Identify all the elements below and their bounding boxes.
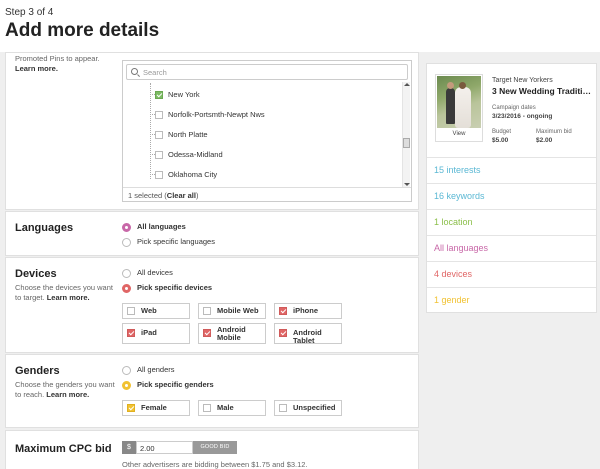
radio-all-languages[interactable]: All languages bbox=[122, 222, 186, 232]
location-item-oklahoma[interactable]: Oklahoma City bbox=[155, 170, 217, 180]
checkbox-icon[interactable] bbox=[127, 307, 135, 315]
checkbox-icon[interactable] bbox=[155, 131, 163, 140]
clear-all-link[interactable]: Clear all bbox=[167, 191, 196, 200]
scroll-down-icon[interactable] bbox=[404, 183, 410, 186]
location-item-new-york[interactable]: New York bbox=[155, 90, 200, 100]
gender-unspecified[interactable]: Unspecified bbox=[274, 400, 342, 416]
scroll-thumb[interactable] bbox=[403, 138, 410, 148]
genders-description: Choose the genders you want to reach. Le… bbox=[15, 380, 115, 399]
devices-learn-more-link[interactable]: Learn more. bbox=[47, 293, 90, 302]
bid-input[interactable]: 2.00 bbox=[136, 441, 193, 454]
currency-label: $ bbox=[122, 441, 136, 454]
checkbox-icon[interactable] bbox=[155, 91, 163, 100]
checkbox-icon[interactable] bbox=[279, 307, 287, 315]
radio-icon[interactable] bbox=[122, 283, 131, 293]
genders-title: Genders bbox=[15, 365, 60, 377]
campaign-dates-value: 3/23/2016 - ongoing bbox=[492, 113, 553, 120]
checkbox-icon[interactable] bbox=[279, 329, 287, 337]
device-mobile-web[interactable]: Mobile Web bbox=[198, 303, 266, 319]
tree-line bbox=[150, 83, 151, 179]
bid-range-note: Other advertisers are bidding between $1… bbox=[122, 460, 308, 469]
checkbox-icon[interactable] bbox=[155, 171, 163, 180]
location-picker: Search New York Norfolk-Portsmth-Newpt N… bbox=[122, 60, 412, 202]
radio-icon[interactable] bbox=[122, 237, 131, 247]
campaign-name: 3 New Wedding Traditions bbox=[492, 86, 594, 96]
location-item-north-platte[interactable]: North Platte bbox=[155, 130, 208, 140]
scroll-up-icon[interactable] bbox=[404, 83, 410, 86]
devices-title: Devices bbox=[15, 268, 57, 280]
step-indicator: Step 3 of 4 bbox=[5, 7, 54, 18]
genders-section: Genders Choose the genders you want to r… bbox=[5, 354, 419, 428]
summary-keywords[interactable]: 16 keywords bbox=[427, 183, 596, 209]
radio-icon[interactable] bbox=[122, 380, 131, 390]
summary-gender[interactable]: 1 gender bbox=[427, 287, 596, 313]
good-bid-badge: GOOD BID bbox=[193, 441, 237, 454]
header: Step 3 of 4 Add more details bbox=[0, 0, 600, 52]
checkbox-icon[interactable] bbox=[279, 404, 287, 412]
bid-section: Maximum CPC bid $ 2.00 GOOD BID Other ad… bbox=[5, 430, 419, 469]
device-web[interactable]: Web bbox=[122, 303, 190, 319]
summary-devices[interactable]: 4 devices bbox=[427, 261, 596, 287]
location-description: Promoted Pins to appear. Learn more. bbox=[15, 54, 100, 73]
wedding-photo bbox=[437, 76, 481, 128]
search-icon bbox=[131, 68, 138, 75]
radio-pick-genders[interactable]: Pick specific genders bbox=[122, 380, 214, 390]
location-learn-more-link[interactable]: Learn more. bbox=[15, 64, 58, 73]
radio-icon[interactable] bbox=[122, 365, 131, 375]
location-item-norfolk[interactable]: Norfolk-Portsmth-Newpt Nws bbox=[155, 110, 265, 120]
radio-icon[interactable] bbox=[122, 268, 131, 278]
radio-pick-languages[interactable]: Pick specific languages bbox=[122, 237, 215, 247]
summary-location[interactable]: 1 location bbox=[427, 209, 596, 235]
summary-languages[interactable]: All languages bbox=[427, 235, 596, 261]
location-selection-summary: 1 selected (Clear all) bbox=[123, 187, 411, 202]
devices-section: Devices Choose the devices you want to t… bbox=[5, 257, 419, 353]
location-list: New York Norfolk-Portsmth-Newpt Nws Nort… bbox=[143, 83, 398, 187]
devices-description: Choose the devices you want to target. L… bbox=[15, 283, 113, 302]
gender-female[interactable]: Female bbox=[122, 400, 190, 416]
radio-all-genders[interactable]: All genders bbox=[122, 365, 175, 375]
max-bid-label: Maximum bid bbox=[536, 129, 572, 135]
checkbox-icon[interactable] bbox=[155, 111, 163, 120]
device-android-mobile[interactable]: Android Mobile bbox=[198, 323, 266, 344]
campaign-summary: View Target New Yorkers 3 New Wedding Tr… bbox=[426, 63, 597, 313]
location-scrollbar[interactable] bbox=[402, 82, 410, 187]
budget-value: $5.00 bbox=[492, 137, 509, 144]
page-title: Add more details bbox=[5, 20, 160, 41]
location-search-input[interactable]: Search bbox=[126, 64, 408, 80]
checkbox-icon[interactable] bbox=[203, 329, 211, 337]
languages-title: Languages bbox=[15, 222, 74, 234]
radio-pick-devices[interactable]: Pick specific devices bbox=[122, 283, 212, 293]
summary-interests[interactable]: 15 interests bbox=[427, 157, 596, 183]
view-link[interactable]: View bbox=[436, 131, 482, 137]
checkbox-icon[interactable] bbox=[203, 404, 211, 412]
location-section: Promoted Pins to appear. Learn more. Sea… bbox=[5, 52, 419, 210]
genders-learn-more-link[interactable]: Learn more. bbox=[46, 390, 89, 399]
radio-all-devices[interactable]: All devices bbox=[122, 268, 173, 278]
campaign-dates-label: Campaign dates bbox=[492, 105, 536, 111]
checkbox-icon[interactable] bbox=[203, 307, 211, 315]
checkbox-icon[interactable] bbox=[127, 329, 135, 337]
bid-title: Maximum CPC bid bbox=[15, 443, 112, 455]
location-item-odessa[interactable]: Odessa-Midland bbox=[155, 150, 223, 160]
pin-thumbnail[interactable]: View bbox=[435, 74, 483, 142]
device-ipad[interactable]: iPad bbox=[122, 323, 190, 344]
device-android-tablet[interactable]: Android Tablet bbox=[274, 323, 342, 345]
gender-male[interactable]: Male bbox=[198, 400, 266, 416]
device-iphone[interactable]: iPhone bbox=[274, 303, 342, 319]
checkbox-icon[interactable] bbox=[127, 404, 135, 412]
radio-icon[interactable] bbox=[122, 222, 131, 232]
budget-label: Budget bbox=[492, 129, 512, 135]
target-audience: Target New Yorkers bbox=[492, 77, 553, 84]
max-bid-value: $2.00 bbox=[536, 137, 553, 144]
checkbox-icon[interactable] bbox=[155, 151, 163, 160]
languages-section: Languages All languages Pick specific la… bbox=[5, 211, 419, 256]
